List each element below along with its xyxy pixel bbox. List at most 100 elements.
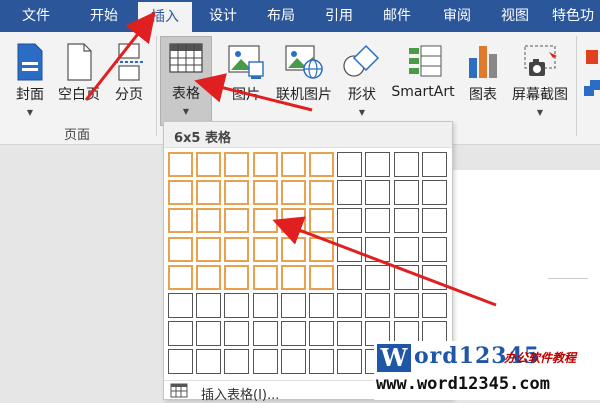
- table-grid-cell[interactable]: [365, 293, 391, 318]
- table-grid-cell[interactable]: [337, 152, 363, 177]
- table-grid-cell[interactable]: [196, 321, 222, 347]
- table-grid-cell[interactable]: [280, 349, 306, 375]
- table-grid-cell[interactable]: [280, 152, 306, 177]
- tab-special[interactable]: 特色功: [552, 0, 600, 32]
- table-grid-cell[interactable]: [168, 236, 193, 262]
- screenshot-button[interactable]: 屏幕截图 ▼: [508, 38, 572, 134]
- blank-page-label: 空白页: [58, 87, 100, 103]
- table-grid-cell[interactable]: [252, 236, 278, 262]
- table-grid-cell[interactable]: [365, 264, 391, 290]
- tab-references[interactable]: 引用: [312, 0, 366, 32]
- table-grid-cell[interactable]: [224, 264, 250, 290]
- table-grid-cell[interactable]: [337, 208, 363, 234]
- online-picture-button[interactable]: 联机图片: [272, 38, 336, 134]
- table-grid-cell[interactable]: [365, 152, 391, 177]
- table-grid-cell[interactable]: [224, 321, 250, 347]
- table-grid-cell[interactable]: [168, 293, 193, 318]
- shapes-button[interactable]: 形状 ▼: [338, 38, 386, 134]
- table-grid-cell[interactable]: [421, 180, 447, 206]
- table-grid-cell[interactable]: [365, 208, 391, 234]
- table-grid-cell[interactable]: [393, 152, 419, 177]
- table-grid-cell[interactable]: [252, 349, 278, 375]
- table-grid-cell[interactable]: [309, 293, 334, 318]
- table-grid-cell[interactable]: [196, 349, 222, 375]
- table-grid-cell[interactable]: [224, 180, 250, 206]
- table-grid-cell[interactable]: [309, 349, 334, 375]
- table-grid-cell[interactable]: [421, 152, 447, 177]
- table-grid-cell[interactable]: [224, 236, 250, 262]
- table-grid-cell[interactable]: [280, 208, 306, 234]
- shapes-icon: [343, 44, 380, 77]
- table-grid-cell[interactable]: [309, 180, 334, 206]
- table-grid-cell[interactable]: [421, 208, 447, 234]
- table-grid-cell[interactable]: [365, 236, 391, 262]
- table-grid-cell[interactable]: [168, 208, 193, 234]
- picture-button[interactable]: 图片: [222, 38, 270, 134]
- table-grid-cell[interactable]: [337, 349, 363, 375]
- tab-review[interactable]: 审阅: [430, 0, 484, 32]
- table-grid-cell[interactable]: [196, 180, 222, 206]
- addin-icon[interactable]: [582, 46, 600, 106]
- table-grid-cell[interactable]: [309, 321, 334, 347]
- table-grid-cell[interactable]: [280, 293, 306, 318]
- table-grid-cell[interactable]: [168, 180, 193, 206]
- table-grid-cell[interactable]: [224, 208, 250, 234]
- table-grid-cell[interactable]: [393, 264, 419, 290]
- tab-layout[interactable]: 布局: [254, 0, 308, 32]
- table-grid-cell[interactable]: [280, 180, 306, 206]
- table-grid-cell[interactable]: [337, 293, 363, 318]
- smartart-button[interactable]: SmartArt: [388, 38, 458, 134]
- table-grid-cell[interactable]: [280, 321, 306, 347]
- table-grid-cell[interactable]: [280, 236, 306, 262]
- table-grid-cell[interactable]: [252, 208, 278, 234]
- table-grid-cell[interactable]: [196, 208, 222, 234]
- tab-home[interactable]: 开始: [76, 0, 132, 32]
- table-grid-cell[interactable]: [393, 293, 419, 318]
- table-grid-cell[interactable]: [252, 152, 278, 177]
- table-grid-cell[interactable]: [309, 264, 334, 290]
- table-grid-cell[interactable]: [421, 293, 447, 318]
- table-grid-cell[interactable]: [393, 208, 419, 234]
- table-grid-cell[interactable]: [280, 264, 306, 290]
- table-grid-cell[interactable]: [337, 236, 363, 262]
- table-size-title: 6x5 表格: [174, 131, 232, 146]
- table-grid-cell[interactable]: [337, 321, 363, 347]
- chart-button[interactable]: 图表: [460, 38, 506, 134]
- tab-view[interactable]: 视图: [488, 0, 542, 32]
- table-grid-cell[interactable]: [252, 321, 278, 347]
- table-grid-cell[interactable]: [252, 293, 278, 318]
- table-grid-cell[interactable]: [309, 236, 334, 262]
- table-grid-cell[interactable]: [421, 236, 447, 262]
- tab-design[interactable]: 设计: [196, 0, 250, 32]
- cover-button[interactable]: 封面 ▼: [8, 38, 52, 134]
- table-grid-cell[interactable]: [168, 264, 193, 290]
- table-grid-cell[interactable]: [421, 264, 447, 290]
- table-grid-cell[interactable]: [309, 208, 334, 234]
- table-grid-cell[interactable]: [168, 152, 193, 177]
- table-grid-cell[interactable]: [196, 293, 222, 318]
- table-grid-cell[interactable]: [168, 349, 193, 375]
- table-button[interactable]: 表格 ▼: [160, 36, 212, 126]
- table-grid-cell[interactable]: [393, 180, 419, 206]
- tab-insert[interactable]: 插入: [138, 2, 192, 32]
- table-grid-cell[interactable]: [168, 321, 193, 347]
- screenshot-label: 屏幕截图: [512, 87, 568, 103]
- page-break-button[interactable]: 分页: [106, 38, 152, 134]
- table-grid-cell[interactable]: [252, 180, 278, 206]
- table-grid-cell[interactable]: [309, 152, 334, 177]
- table-grid-cell[interactable]: [224, 293, 250, 318]
- table-grid-cell[interactable]: [337, 180, 363, 206]
- table-grid-cell[interactable]: [196, 236, 222, 262]
- tab-mailings[interactable]: 邮件: [370, 0, 424, 32]
- table-grid-cell[interactable]: [337, 264, 363, 290]
- blank-page-button[interactable]: 空白页: [54, 38, 104, 134]
- table-grid-cell[interactable]: [365, 180, 391, 206]
- table-grid-cell[interactable]: [196, 264, 222, 290]
- table-grid-cell[interactable]: [252, 264, 278, 290]
- chevron-down-icon: ▼: [26, 108, 34, 117]
- table-grid-cell[interactable]: [393, 236, 419, 262]
- table-grid-cell[interactable]: [224, 152, 250, 177]
- table-grid-cell[interactable]: [224, 349, 250, 375]
- table-grid-cell[interactable]: [196, 152, 222, 177]
- tab-file[interactable]: 文件: [8, 0, 64, 32]
